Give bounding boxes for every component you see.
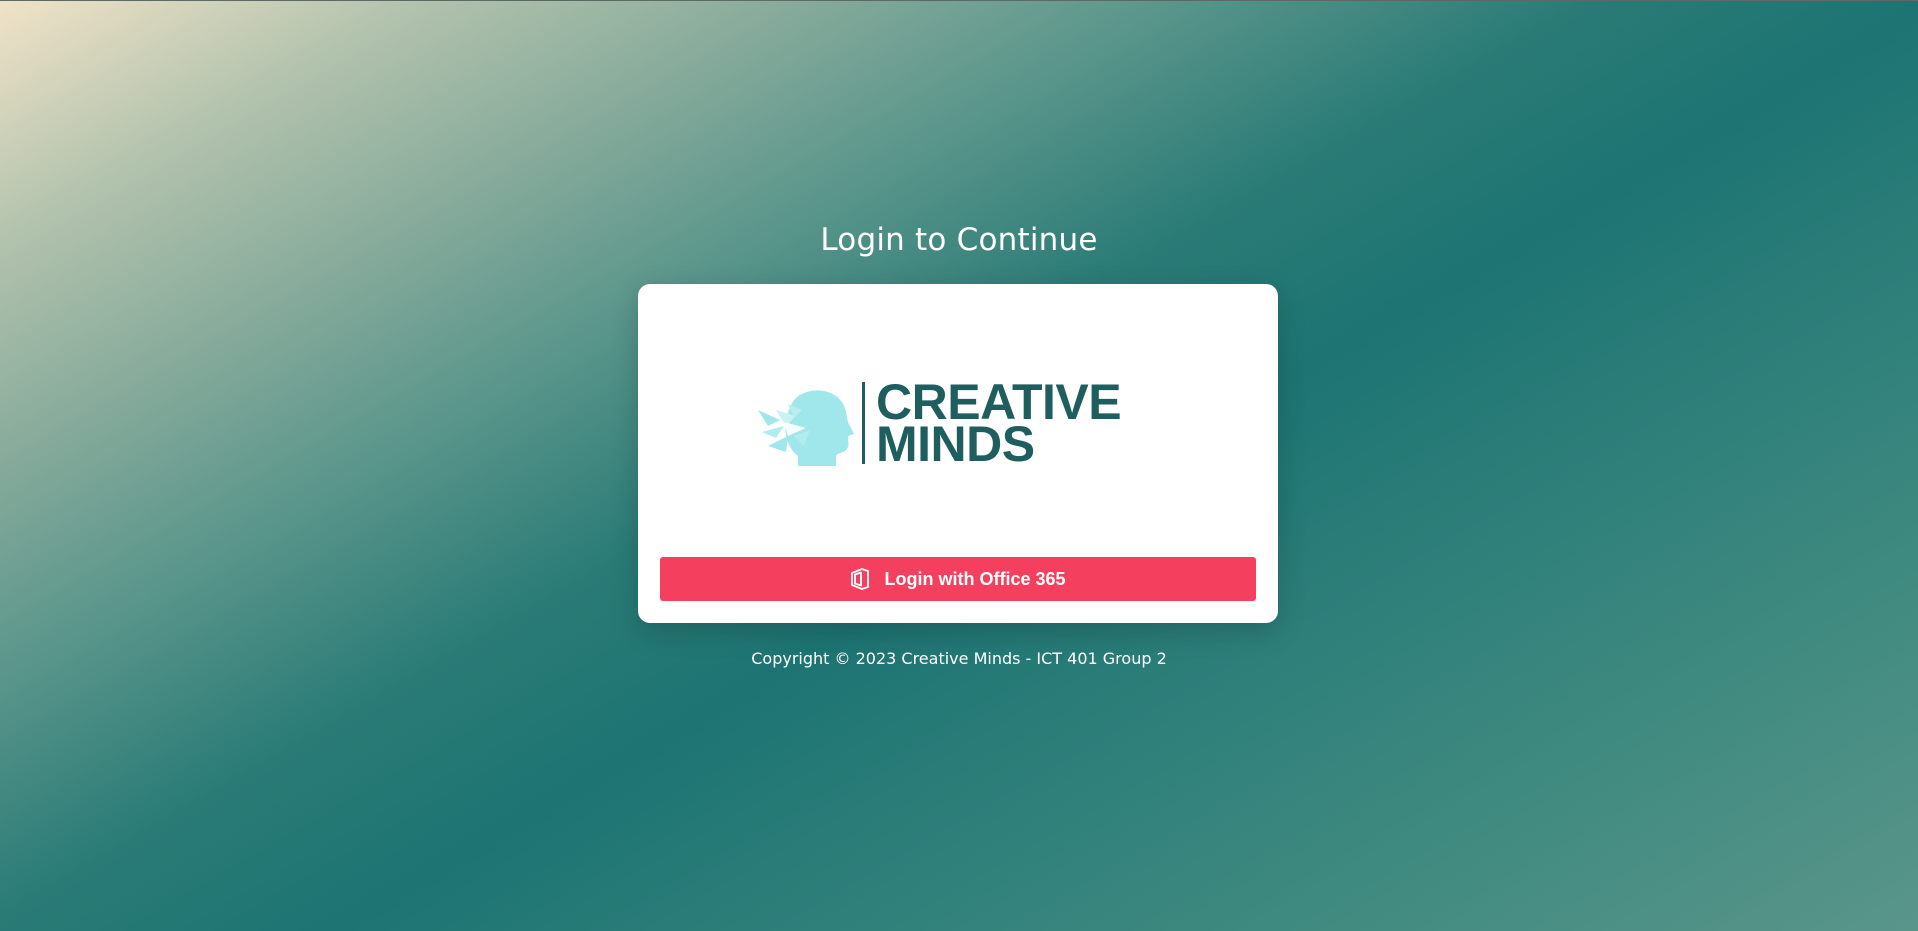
page-title: Login to Continue: [820, 222, 1098, 258]
creative-minds-logo: CREATIVE MINDS: [758, 377, 1122, 476]
head-origami-icon: [758, 390, 854, 466]
top-border: [0, 0, 1918, 1]
login-office365-button[interactable]: Login with Office 365: [660, 557, 1256, 601]
logo-text-line2: MINDS: [876, 416, 1035, 472]
office-365-icon: [851, 568, 870, 590]
login-card: CREATIVE MINDS Login with Office 365: [638, 284, 1278, 623]
login-button-label: Login with Office 365: [884, 568, 1066, 589]
logo-divider: [862, 382, 865, 464]
copyright-footer: Copyright © 2023 Creative Minds - ICT 40…: [751, 649, 1167, 668]
